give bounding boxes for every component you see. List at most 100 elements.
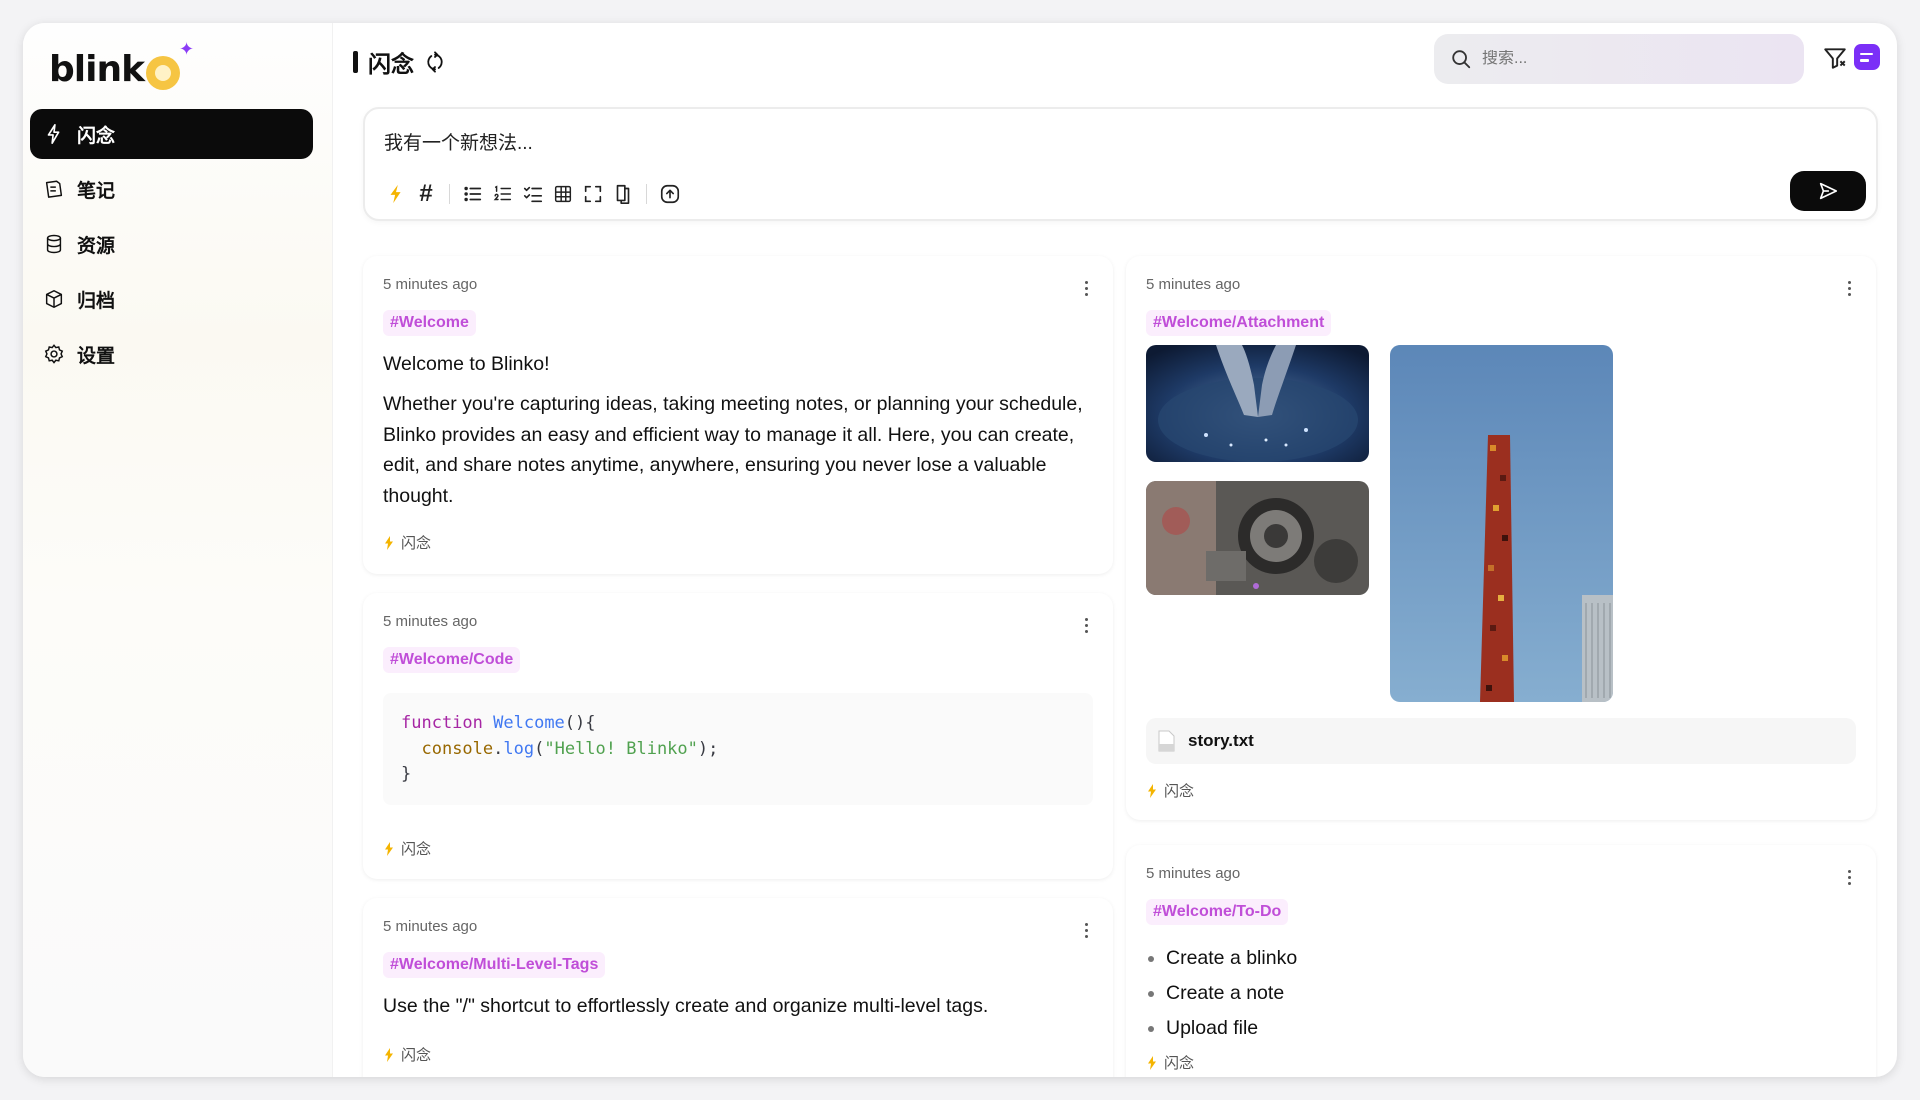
note-title: Welcome to Blinko! <box>383 353 550 375</box>
sidebar-item-archive[interactable]: 归档 <box>30 274 313 324</box>
send-icon <box>1819 182 1838 200</box>
filter-icon[interactable] <box>1822 45 1848 71</box>
search-box[interactable] <box>1434 34 1804 84</box>
checklist-icon <box>523 186 543 203</box>
image-thumbnail[interactable] <box>1146 345 1369 462</box>
checklist-button[interactable] <box>518 179 548 209</box>
code-object: console <box>421 738 494 759</box>
logo-o-mark <box>146 56 181 90</box>
code-punctuation: ( <box>534 738 545 759</box>
flash-icon <box>1148 783 1156 798</box>
sidebar-item-resources[interactable]: 资源 <box>30 219 313 269</box>
sparkle-icon: ✦ <box>179 39 195 59</box>
card-footer: 闪念 <box>383 532 431 553</box>
logo[interactable]: blink ✦ <box>49 39 194 95</box>
note-editor[interactable]: 我有一个新想法... # <box>363 107 1878 221</box>
more-options-icon[interactable] <box>1844 278 1854 298</box>
note-tag[interactable]: #Welcome/To-Do <box>1146 899 1289 925</box>
bullet-list-icon <box>464 186 482 202</box>
database-icon <box>46 234 62 254</box>
list-item: Create a blinko <box>1148 941 1297 976</box>
numbered-list-button[interactable] <box>488 179 518 209</box>
sidebar-item-settings[interactable]: 设置 <box>30 329 313 379</box>
archive-box-icon <box>45 290 63 308</box>
table-icon <box>554 185 572 203</box>
sidebar-item-label: 笔记 <box>77 180 116 202</box>
card-footer: 闪念 <box>383 838 431 859</box>
note-type-label: 闪念 <box>1164 1055 1195 1072</box>
sidebar: blink ✦ 闪念 笔记 资源 归档 设置 <box>23 23 333 1077</box>
logo-text: blink <box>49 48 145 90</box>
note-card[interactable]: 5 minutes ago #Welcome/Code function Wel… <box>363 593 1113 879</box>
sidebar-item-label: 设置 <box>77 345 116 367</box>
note-tag[interactable]: #Welcome/Code <box>383 647 521 673</box>
card-footer: 闪念 <box>383 1044 431 1065</box>
code-punctuation: . <box>493 738 504 759</box>
code-keyword: function <box>401 713 483 733</box>
attachment-file[interactable]: story.txt <box>1146 718 1856 764</box>
notes-icon <box>45 180 63 198</box>
table-button[interactable] <box>548 179 578 209</box>
note-tag[interactable]: #Welcome <box>383 310 476 336</box>
editor-toolbar: # <box>381 177 685 211</box>
page-title-text: 闪念 <box>368 51 414 77</box>
card-footer: 闪念 <box>1146 780 1194 801</box>
file-icon <box>1158 730 1175 752</box>
book-button[interactable] <box>608 179 638 209</box>
toolbar-divider <box>646 184 647 204</box>
code-punctuation: ); <box>697 738 719 759</box>
note-body: Whether you're capturing ideas, taking m… <box>383 393 1083 507</box>
send-button[interactable] <box>1790 171 1866 211</box>
note-card[interactable]: 5 minutes ago #Welcome Welcome to Blinko… <box>363 256 1113 574</box>
fullscreen-button[interactable] <box>578 179 608 209</box>
search-input[interactable] <box>1482 50 1782 68</box>
card-timestamp: 5 minutes ago <box>1146 865 1241 882</box>
bullet-list-button[interactable] <box>458 179 488 209</box>
page-title: 闪念 <box>353 45 446 79</box>
flash-icon <box>390 184 401 204</box>
note-tag[interactable]: #Welcome/Attachment <box>1146 310 1332 336</box>
more-options-icon[interactable] <box>1081 615 1091 635</box>
note-body: Use the "/" shortcut to effortlessly cre… <box>383 995 989 1017</box>
upload-button[interactable] <box>655 179 685 209</box>
more-options-icon[interactable] <box>1844 867 1854 887</box>
sidebar-item-notes[interactable]: 笔记 <box>30 164 313 214</box>
note-card[interactable]: 5 minutes ago #Welcome/Attachment story.… <box>1126 256 1876 820</box>
sidebar-item-label: 归档 <box>77 290 116 312</box>
app-menu-icon[interactable] <box>1854 44 1880 70</box>
note-tag[interactable]: #Welcome/Multi-Level-Tags <box>383 952 606 978</box>
code-function-name: Welcome <box>493 713 565 733</box>
code-string: "Hello! Blinko" <box>544 738 698 759</box>
card-footer: 闪念 <box>1146 1052 1194 1073</box>
card-timestamp: 5 minutes ago <box>383 613 478 630</box>
flash-icon <box>47 124 60 144</box>
title-accent-bar <box>353 51 358 73</box>
flash-type-button[interactable] <box>381 179 411 209</box>
more-options-icon[interactable] <box>1081 920 1091 940</box>
sidebar-item-flash[interactable]: 闪念 <box>30 109 313 159</box>
search-icon <box>1452 50 1471 69</box>
note-type-label: 闪念 <box>1164 783 1195 800</box>
refresh-icon[interactable] <box>424 51 446 73</box>
tower-image <box>1390 345 1613 702</box>
toolbar-divider <box>449 184 450 204</box>
editor-placeholder[interactable]: 我有一个新想法... <box>384 128 533 155</box>
list-item: Upload file <box>1148 1011 1297 1046</box>
note-card[interactable]: 5 minutes ago #Welcome/Multi-Level-Tags … <box>363 898 1113 1077</box>
code-block: function Welcome(){ console.log("Hello! … <box>383 693 1093 805</box>
flash-icon <box>385 841 393 856</box>
note-type-label: 闪念 <box>401 841 432 858</box>
engine-image <box>1146 481 1369 595</box>
code-punctuation: } <box>401 764 412 784</box>
more-options-icon[interactable] <box>1081 278 1091 298</box>
image-thumbnail[interactable] <box>1390 345 1613 702</box>
flash-icon <box>1148 1055 1156 1070</box>
tag-button[interactable]: # <box>411 179 441 209</box>
topbar: 闪念 <box>333 23 1897 103</box>
numbered-list-icon <box>493 185 512 201</box>
note-type-label: 闪念 <box>401 1047 432 1064</box>
note-card[interactable]: 5 minutes ago #Welcome/To-Do Create a bl… <box>1126 845 1876 1077</box>
sidebar-item-label: 资源 <box>77 235 116 257</box>
image-thumbnail[interactable] <box>1146 481 1369 595</box>
flash-icon <box>385 535 393 550</box>
